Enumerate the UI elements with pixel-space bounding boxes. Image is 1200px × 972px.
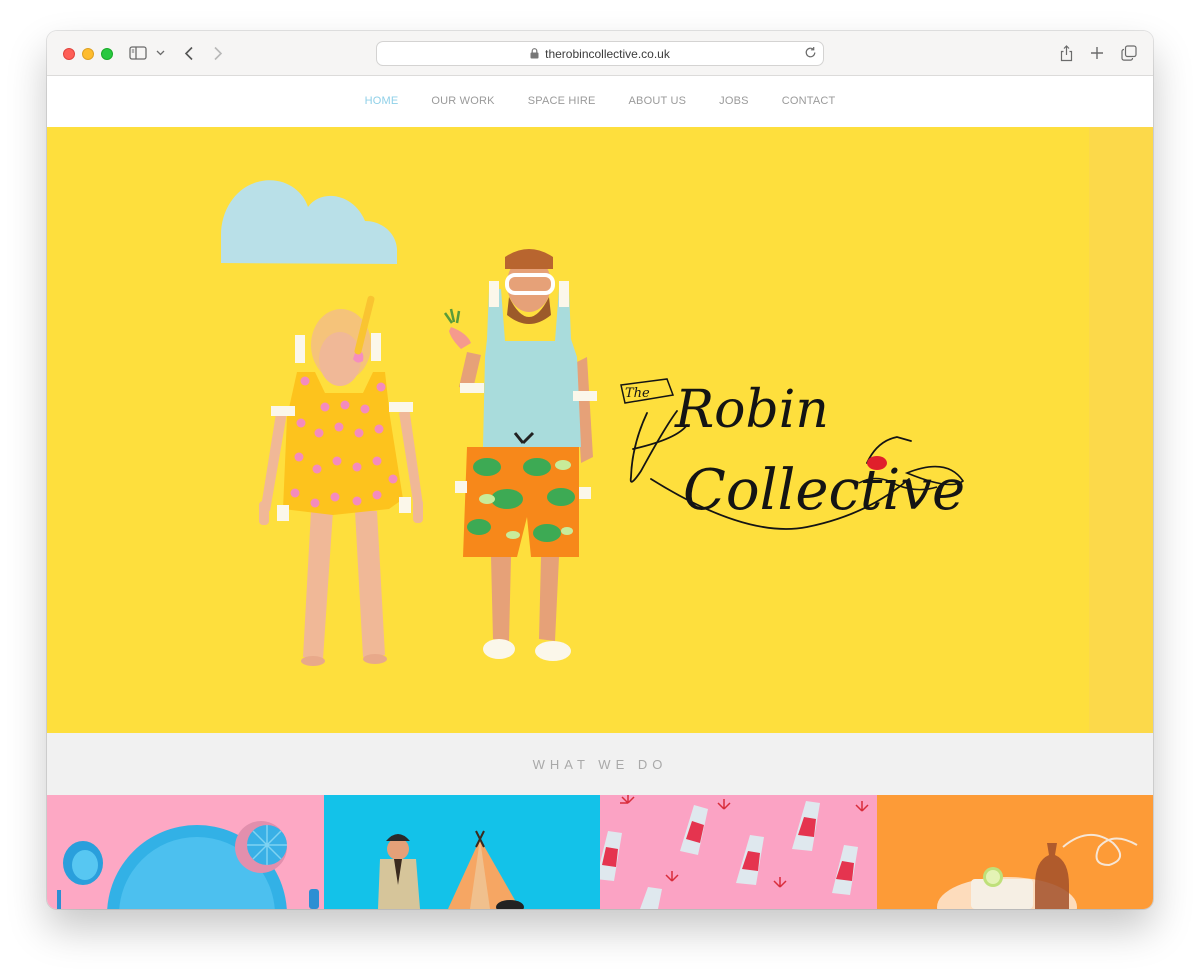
tile-party-bottles[interactable]	[600, 795, 877, 909]
site-nav: HOME OUR WORK SPACE HIRE ABOUT US JOBS C…	[47, 76, 1153, 126]
tabs-overview-icon[interactable]	[1120, 43, 1138, 63]
nav-contact[interactable]: CONTACT	[782, 95, 836, 107]
logo-line1-text: Robin	[674, 380, 829, 440]
section-title: WHAT WE DO	[532, 756, 668, 772]
tile-tableware[interactable]	[47, 795, 324, 909]
bottle-pattern	[600, 801, 858, 909]
url-text: therobincollective.co.uk	[545, 46, 670, 61]
close-window-button[interactable]	[63, 48, 75, 60]
back-icon[interactable]	[181, 43, 197, 63]
nav-space-hire[interactable]: SPACE HIRE	[528, 95, 596, 107]
nav-our-work[interactable]: OUR WORK	[431, 95, 494, 107]
address-bar[interactable]: therobincollective.co.uk	[376, 41, 824, 66]
reload-icon[interactable]	[804, 46, 817, 59]
nav-about-us[interactable]: ABOUT US	[629, 95, 687, 107]
minimize-window-button[interactable]	[82, 48, 94, 60]
man-figure	[443, 249, 597, 661]
sidebar-icon[interactable]	[128, 43, 148, 63]
chevron-down-icon[interactable]	[153, 43, 167, 63]
tile-camping[interactable]	[323, 795, 600, 909]
nav-home[interactable]: HOME	[365, 95, 399, 107]
browser-window: therobincollective.co.uk HOME OUR WORK S…	[47, 31, 1153, 909]
woman-figure	[259, 295, 423, 666]
forward-icon[interactable]	[210, 43, 226, 63]
logo-small-text: The	[625, 386, 650, 401]
new-tab-icon[interactable]	[1089, 43, 1105, 63]
lock-icon	[530, 48, 539, 59]
cloud-shape	[221, 180, 397, 264]
share-icon[interactable]	[1058, 43, 1074, 63]
what-we-do-heading-bar: WHAT WE DO	[47, 733, 1153, 795]
tile-cocktail[interactable]	[876, 795, 1153, 909]
logo-line2-text: Collective	[683, 458, 965, 523]
hero-banner: The Robin Collective	[47, 127, 1153, 733]
zoom-window-button[interactable]	[101, 48, 113, 60]
hero-illustration: The Robin Collective	[221, 180, 965, 666]
nav-jobs[interactable]: JOBS	[719, 95, 749, 107]
service-tiles	[47, 795, 1153, 909]
browser-toolbar: therobincollective.co.uk	[47, 31, 1153, 76]
